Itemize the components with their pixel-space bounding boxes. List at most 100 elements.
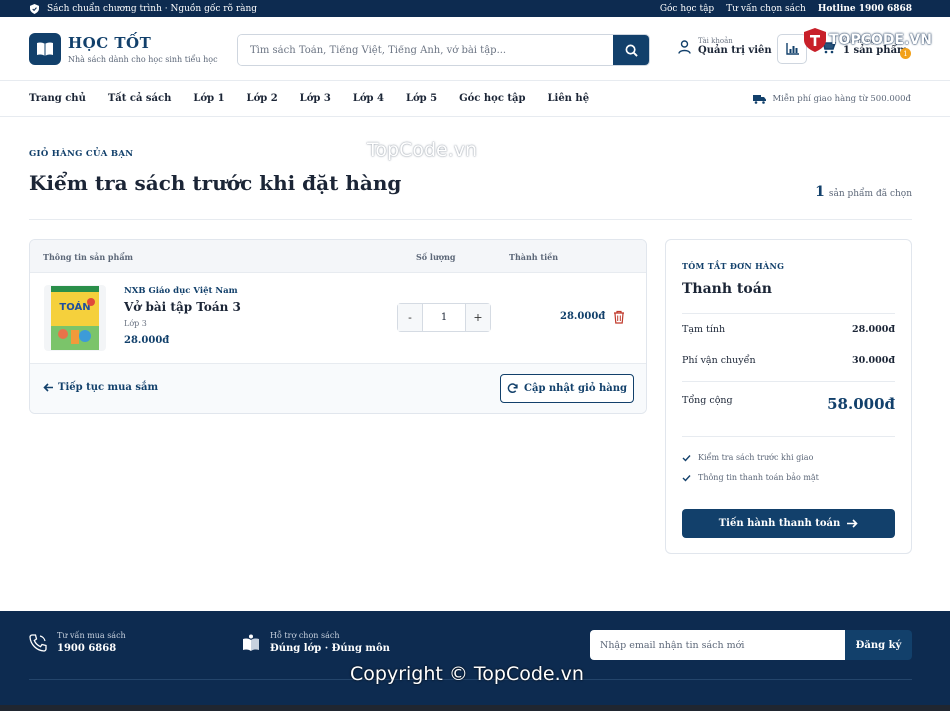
- account-name: Quản trị viên: [698, 45, 772, 56]
- selected-count-number: 1: [815, 184, 825, 200]
- continue-shopping-link[interactable]: Tiếp tục mua sắm: [43, 382, 158, 393]
- topcode-watermark-logo: TOPCODE.VN: [804, 28, 932, 52]
- logo-book-icon[interactable]: [29, 33, 61, 65]
- truck-icon: [753, 94, 767, 104]
- shipping-row: Phí vận chuyển 30.000đ: [682, 355, 895, 366]
- note-inspect-text: Kiểm tra sách trước khi giao: [698, 453, 814, 462]
- nav-grade-5[interactable]: Lớp 5: [406, 93, 437, 104]
- topcode-brand-text: TOPCODE.VN: [829, 32, 932, 48]
- phone-icon: [29, 633, 47, 652]
- refresh-icon: [507, 383, 518, 393]
- topcode-logo-icon: [804, 28, 826, 52]
- brand-slogan: Nhà sách dành cho học sinh tiểu học: [68, 55, 218, 64]
- nav-grade-1[interactable]: Lớp 1: [193, 93, 224, 104]
- nav-grade-3[interactable]: Lớp 3: [300, 93, 331, 104]
- cart-table: Thông tin sản phẩm Số lượng Thành tiền T…: [29, 239, 647, 414]
- selected-count: 1 sản phẩm đã chọn: [815, 184, 912, 200]
- nav-grade-2[interactable]: Lớp 2: [247, 93, 278, 104]
- search-bar: [237, 34, 650, 66]
- order-summary: TÓM TẮT ĐƠN HÀNG Thanh toán Tạm tính 28.…: [665, 239, 912, 554]
- update-cart-button[interactable]: Cập nhật giỏ hàng: [500, 374, 634, 403]
- update-cart-label: Cập nhật giỏ hàng: [524, 383, 627, 394]
- shield-icon: [30, 3, 39, 14]
- summary-divider: [682, 381, 895, 382]
- cart-table-footer: Tiếp tục mua sắm Cập nhật giỏ hàng: [30, 364, 646, 413]
- header-quantity: Số lượng: [416, 252, 456, 262]
- topbar-link-consult[interactable]: Tư vấn chọn sách: [726, 4, 806, 14]
- summary-divider: [682, 436, 895, 437]
- top-bar: Sách chuẩn chương trình · Nguồn gốc rõ r…: [0, 0, 950, 17]
- newsletter-email-input[interactable]: [590, 630, 845, 660]
- nav-study-corner[interactable]: Góc học tập: [459, 93, 525, 104]
- search-input[interactable]: [238, 35, 613, 65]
- topbar-hotline[interactable]: Hotline 1900 6868: [818, 4, 912, 14]
- shipping-value: 30.000đ: [851, 355, 895, 366]
- book-cover-image: TOÁN: [51, 286, 99, 350]
- newsletter-form: Đăng ký: [590, 630, 912, 660]
- free-shipping-text: Miễn phí giao hàng từ 500.000đ: [772, 93, 911, 104]
- topbar-link-study[interactable]: Góc học tập: [660, 4, 714, 14]
- page-eyebrow: GIỎ HÀNG CỦA BẠN: [29, 149, 134, 159]
- bar-chart-icon: [785, 43, 799, 55]
- search-button[interactable]: [613, 35, 649, 65]
- quantity-increase-button[interactable]: +: [466, 304, 490, 331]
- trash-icon[interactable]: [612, 310, 626, 324]
- cart-table-header: Thông tin sản phẩm Số lượng Thành tiền: [30, 240, 646, 273]
- product-grade: Lớp 3: [124, 319, 147, 328]
- nav-home[interactable]: Trang chủ: [29, 93, 86, 104]
- subtotal-value: 28.000đ: [851, 324, 895, 335]
- line-total: 28.000đ: [560, 311, 606, 322]
- nav-contact[interactable]: Liên hệ: [547, 93, 589, 104]
- page-title: Kiểm tra sách trước khi đặt hàng: [29, 171, 402, 195]
- note-secure: Thông tin thanh toán bảo mật: [682, 473, 819, 482]
- divider: [29, 219, 912, 220]
- subscribe-button[interactable]: Đăng ký: [845, 630, 912, 660]
- books-icon: [243, 634, 259, 651]
- product-price: 28.000đ: [124, 335, 170, 346]
- footer-support: Hỗ trợ chọn sách Đúng lớp · Đúng môn: [242, 631, 390, 654]
- grand-total-label: Tổng cộng: [682, 395, 733, 406]
- quantity-decrease-button[interactable]: -: [398, 304, 422, 331]
- header-total: Thành tiền: [509, 252, 559, 262]
- book-cover-title: TOÁN: [59, 300, 90, 313]
- top-bar-tagline: Sách chuẩn chương trình · Nguồn gốc rõ r…: [30, 4, 257, 14]
- checkout-button[interactable]: Tiến hành thanh toán: [682, 509, 895, 538]
- support-value: Đúng lớp · Đúng môn: [270, 643, 390, 654]
- check-icon: [682, 474, 691, 482]
- nav-all-books[interactable]: Tất cả sách: [108, 93, 172, 104]
- footer-consult: Tư vấn mua sách 1900 6868: [29, 631, 126, 654]
- search-icon: [625, 44, 638, 57]
- header: HỌC TỐT Nhà sách dành cho học sinh tiểu …: [0, 17, 950, 81]
- main-nav: Trang chủ Tất cả sách Lớp 1 Lớp 2 Lớp 3 …: [0, 81, 950, 117]
- summary-divider: [682, 313, 895, 314]
- stats-button[interactable]: [777, 34, 807, 64]
- arrow-right-icon: [847, 519, 858, 528]
- product-name[interactable]: Vở bài tập Toán 3: [124, 300, 241, 314]
- subtotal-label: Tạm tính: [682, 324, 726, 335]
- consult-value[interactable]: 1900 6868: [57, 643, 126, 654]
- account-menu[interactable]: Tài khoản Quản trị viên: [678, 37, 772, 56]
- summary-eyebrow: TÓM TẮT ĐƠN HÀNG: [682, 261, 785, 271]
- account-label: Tài khoản: [698, 37, 733, 45]
- product-publisher: NXB Giáo dục Việt Nam: [124, 286, 238, 296]
- summary-title: Thanh toán: [682, 281, 772, 297]
- watermark-text: TopCode.vn: [367, 139, 478, 161]
- selected-count-label: sản phẩm đã chọn: [828, 189, 912, 199]
- shipping-label: Phí vận chuyển: [682, 355, 756, 366]
- arrow-left-icon: [43, 383, 53, 392]
- quantity-value[interactable]: 1: [422, 304, 466, 331]
- checkout-label: Tiến hành thanh toán: [718, 518, 841, 529]
- nav-grade-4[interactable]: Lớp 4: [353, 93, 384, 104]
- support-label: Hỗ trợ chọn sách: [270, 631, 340, 640]
- quantity-stepper: - 1 +: [397, 303, 491, 332]
- product-image[interactable]: TOÁN: [44, 285, 106, 351]
- note-inspect: Kiểm tra sách trước khi giao: [682, 453, 813, 462]
- table-row: TOÁN NXB Giáo dục Việt Nam Vở bài tập To…: [30, 273, 646, 364]
- subtotal-row: Tạm tính 28.000đ: [682, 324, 895, 335]
- grand-total-value: 58.000đ: [827, 395, 895, 413]
- tagline-text: Sách chuẩn chương trình · Nguồn gốc rõ r…: [47, 3, 258, 14]
- note-secure-text: Thông tin thanh toán bảo mật: [698, 473, 819, 482]
- brand-name[interactable]: HỌC TỐT: [68, 34, 151, 52]
- footer: Tư vấn mua sách 1900 6868 Hỗ trợ chọn sá…: [0, 611, 950, 711]
- continue-shopping-label: Tiếp tục mua sắm: [58, 382, 159, 393]
